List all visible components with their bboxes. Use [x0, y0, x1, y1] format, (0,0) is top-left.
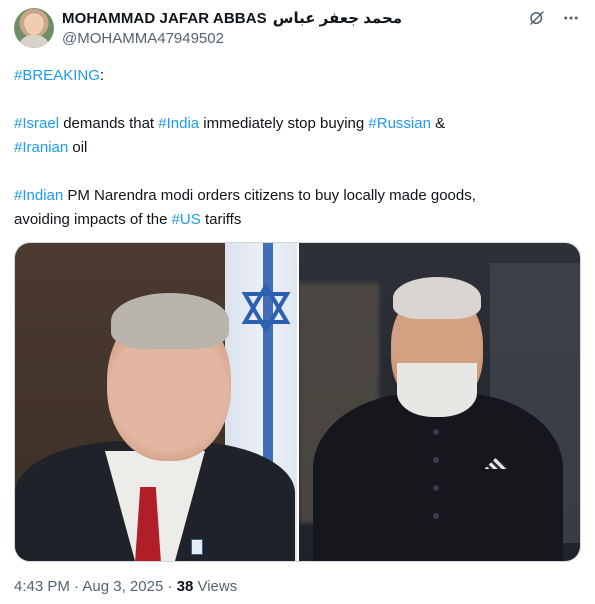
display-name-arabic[interactable]: محمد جعفر عباس — [273, 9, 402, 27]
text-fragment: oil — [68, 139, 88, 156]
separator: · — [163, 578, 177, 595]
coat-button — [432, 457, 439, 463]
header-actions — [527, 8, 581, 28]
coat-button — [432, 485, 439, 491]
views-label: Views — [193, 578, 238, 595]
tweet-line-2: #Israel demands that #India immediately … — [14, 112, 574, 136]
modi-photo[interactable] — [298, 243, 580, 561]
text-fragment: & — [430, 115, 446, 132]
hair — [392, 277, 481, 319]
more-options-icon[interactable] — [561, 8, 581, 28]
hashtag-iranian[interactable]: #Iranian — [14, 139, 68, 156]
text-fragment: : — [99, 67, 105, 84]
post-date[interactable]: Aug 3, 2025 — [82, 578, 163, 595]
author-handle[interactable]: @MOHAMMA47949502 — [62, 30, 224, 47]
coat-button — [432, 429, 439, 435]
avatar-face — [25, 15, 43, 35]
views-count: 38 — [176, 578, 194, 595]
separator: · — [69, 578, 83, 595]
display-name[interactable]: MOHAMMAD JAFAR ABBAS — [62, 10, 267, 27]
hashtag-india[interactable]: #India — [158, 115, 199, 132]
text-fragment: avoiding impacts of the — [14, 211, 172, 228]
avatar-shirt — [18, 35, 50, 48]
tweet-text: #BREAKING: #Israel demands that #India i… — [14, 64, 574, 232]
hashtag-us[interactable]: #US — [172, 211, 201, 228]
media-grid — [14, 242, 581, 562]
hair — [111, 293, 229, 349]
text-fragment: immediately stop buying — [199, 115, 369, 132]
hashtag-russian[interactable]: #Russian — [368, 115, 431, 132]
tweet-card[interactable]: MOHAMMAD JAFAR ABBAS محمد جعفر عباس @MOH… — [0, 0, 595, 604]
text-fragment: demands that — [59, 115, 159, 132]
tweet-line-4: #Indian PM Narendra modi orders citizens… — [14, 184, 574, 208]
netanyahu-photo[interactable] — [15, 243, 297, 561]
post-time[interactable]: 4:43 PM — [14, 578, 70, 595]
beard — [396, 363, 477, 417]
hashtag-israel[interactable]: #Israel — [14, 115, 59, 132]
tweet-line-3: #Iranian oil — [14, 136, 574, 160]
coat-button — [432, 513, 439, 519]
lapel-pin — [191, 539, 203, 555]
hashtag-breaking[interactable]: #BREAKING — [14, 67, 100, 84]
grok-icon[interactable] — [527, 8, 547, 28]
star-of-david-icon — [241, 283, 290, 333]
text-fragment: PM Narendra modi orders citizens to buy … — [63, 187, 476, 204]
black-coat — [312, 393, 563, 561]
avatar[interactable] — [14, 8, 54, 48]
author-name-row[interactable]: MOHAMMAD JAFAR ABBAS محمد جعفر عباس — [62, 9, 402, 28]
hashtag-indian[interactable]: #Indian — [14, 187, 63, 204]
tweet-line-5: avoiding impacts of the #US tariffs — [14, 208, 574, 232]
tweet-line-breaking: #BREAKING: — [14, 64, 574, 88]
tweet-meta: 4:43 PM · Aug 3, 2025 · 38 Views — [14, 578, 237, 595]
text-fragment: tariffs — [200, 211, 242, 228]
